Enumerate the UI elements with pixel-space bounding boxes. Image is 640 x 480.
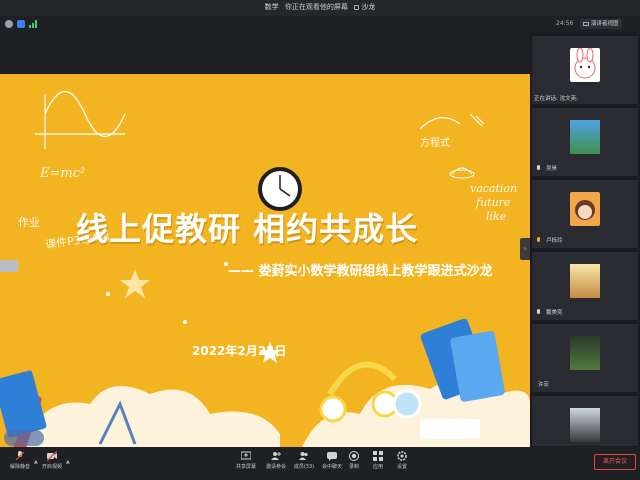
participant-name: 许宏: [538, 382, 550, 388]
video-label: 开启视频: [41, 464, 62, 470]
participant-tile[interactable]: [532, 396, 638, 446]
mountain-avatar: [570, 120, 600, 154]
left-collapse-tab[interactable]: [0, 260, 18, 272]
vacation-doodle: vacation: [470, 182, 518, 195]
presenter-view-button[interactable]: 演讲者视图: [580, 19, 622, 29]
annotation-toolbar[interactable]: [4, 430, 44, 446]
camera-off-icon: [47, 451, 57, 461]
status-bar: 24:56 演讲者视图: [0, 16, 640, 32]
formula-doodle: E=mc²: [40, 166, 86, 181]
gear-icon: [397, 451, 407, 461]
leave-meeting-button[interactable]: 离开会议: [594, 454, 636, 470]
mic-icon: [537, 309, 540, 314]
equation-doodle: 方程式: [420, 138, 450, 149]
share-screen-label: 共享屏幕: [235, 464, 256, 470]
panel-toggle-handle[interactable]: ›: [520, 238, 530, 260]
like-doodle: like: [486, 210, 507, 223]
speaking-indicator: 正在讲话: 沈文英;: [534, 96, 578, 102]
meeting-title-right: 沙龙: [361, 3, 376, 11]
meeting-timer: 24:56: [556, 20, 574, 27]
participant-tile[interactable]: 许宏: [532, 324, 638, 392]
child-photo-avatar: [570, 264, 600, 298]
homework-doodle: 作业: [18, 216, 40, 229]
mute-button[interactable]: 解除静音: [6, 451, 34, 470]
slide-date: 2022年2月23日: [192, 344, 287, 358]
meeting-toolbar: 解除静音 ▲ 开启视频 ▲ 共享屏幕 邀请参会 成员(33) 会中聊天 录制 应…: [0, 447, 640, 480]
members-button[interactable]: 成员(33): [290, 451, 318, 470]
mic-icon: [537, 165, 540, 170]
members-label: 成员(33): [293, 464, 315, 470]
record-icon: [349, 451, 359, 461]
members-icon: [299, 452, 308, 460]
video-options-icon[interactable]: ▲: [66, 459, 70, 465]
signal-icon[interactable]: [29, 20, 37, 28]
mic-off-icon: [15, 451, 25, 461]
info-icon[interactable]: [5, 20, 13, 28]
landscape-avatar: [570, 408, 600, 442]
bunny-avatar: [570, 47, 600, 82]
slide: E=mc² 作业 课件P3练4题 方程式 vacation future lik…: [0, 74, 530, 452]
participant-tile[interactable]: 吴昊: [532, 108, 638, 176]
window-title: 数学 你正在观看他的屏幕 沙龙: [0, 2, 640, 12]
plant-avatar: [570, 336, 600, 370]
mute-label: 解除静音: [9, 464, 30, 470]
participant-name: 吴昊: [546, 166, 558, 172]
girl-avatar: [570, 192, 600, 226]
share-screen-button[interactable]: 共享屏幕: [232, 451, 260, 470]
mic-icon: [537, 237, 540, 242]
settings-label: 设置: [396, 464, 407, 470]
invite-button[interactable]: 邀请参会: [262, 451, 290, 470]
add-user-icon: [271, 452, 281, 460]
invite-label: 邀请参会: [265, 464, 286, 470]
presenter-view-label: 演讲者视图: [591, 21, 619, 27]
slide-title: 线上促教研 相约共成长: [76, 210, 419, 248]
participant-tile[interactable]: 卢栎玲: [532, 180, 638, 248]
share-screen-icon: [241, 451, 251, 460]
sharing-notice: 你正在观看他的屏幕: [284, 3, 348, 11]
meeting-title-left: 数学: [264, 3, 279, 11]
participant-name: 戴美奕: [546, 310, 563, 316]
slide-subtitle: —— 娄葑实小数学教研组线上教学跟进式沙龙: [228, 264, 493, 279]
future-doodle: future: [476, 196, 511, 209]
settings-button[interactable]: 设置: [388, 451, 416, 470]
apps-icon: [373, 451, 383, 461]
shield-icon[interactable]: [17, 20, 25, 28]
participant-name: 卢栎玲: [546, 238, 563, 244]
monitor-icon: [583, 21, 589, 26]
chat-icon: [327, 452, 337, 461]
video-button[interactable]: 开启视频: [38, 451, 66, 470]
shared-screen: E=mc² 作业 课件P3练4题 方程式 vacation future lik…: [0, 32, 530, 452]
lock-icon: [354, 4, 360, 10]
title-bar: 数学 你正在观看他的屏幕 沙龙: [0, 0, 640, 16]
participant-tile[interactable]: 戴美奕: [532, 252, 638, 320]
